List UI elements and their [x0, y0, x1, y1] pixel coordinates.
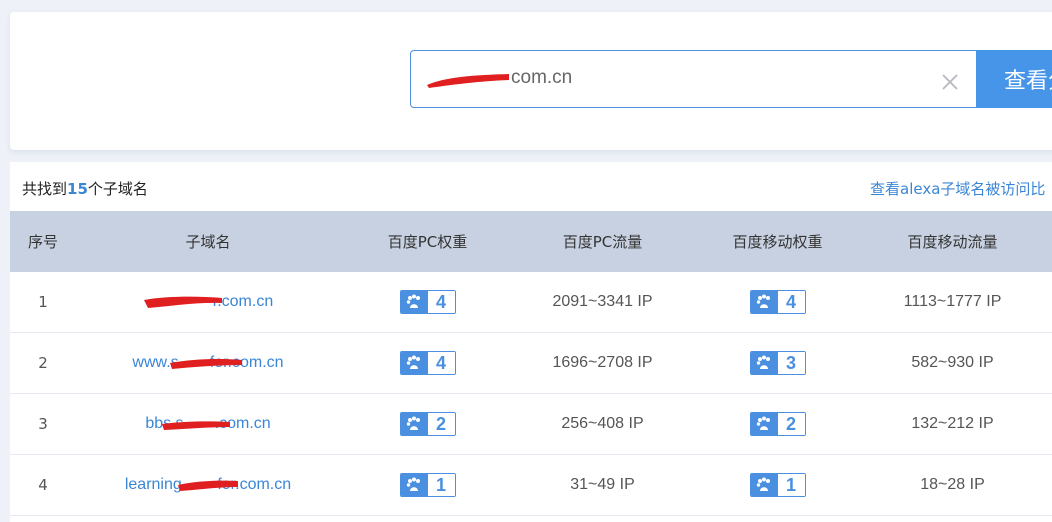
- redaction-mark: [427, 74, 509, 88]
- pc-traffic-cell: 1696~2708 IP: [552, 354, 653, 371]
- result-summary: 共找到15个子域名: [22, 180, 148, 198]
- row-index: 3: [38, 415, 48, 433]
- mobile-traffic-cell: 132~212 IP: [911, 415, 994, 432]
- pc-weight-cell: 1: [340, 455, 515, 515]
- table-row: 3 bbs.s .com.cn 2 256~408 IP 2 132~212 I…: [10, 394, 1052, 455]
- row-index: 1: [38, 293, 48, 311]
- baidu-paw-icon: [400, 413, 428, 435]
- pc-traffic-cell: 31~49 IP: [570, 476, 635, 493]
- redaction-mark: [170, 359, 242, 369]
- baidu-paw-icon: [400, 352, 428, 374]
- table-row: 2 www.s for.com.cn 4 1696~2708 IP 3 582~…: [10, 333, 1052, 394]
- row-index: 2: [38, 354, 48, 372]
- pc-traffic-cell: 2091~3341 IP: [552, 293, 653, 310]
- pc-weight-cell: 4: [340, 272, 515, 332]
- header-index: 序号: [27, 233, 58, 251]
- mobile-weight-cell: 2: [690, 394, 865, 454]
- redaction-mark: [144, 296, 222, 308]
- table-row: 1 r.com.cn 4 2091~3341 IP 4 1113~1777 IP: [10, 272, 1052, 333]
- header-mobile-weight: 百度移动权重: [732, 233, 823, 251]
- mobile-traffic-cell: 582~930 IP: [911, 354, 994, 371]
- mobile-weight-badge: 2: [749, 412, 806, 436]
- table-header: 序号 子域名 百度PC权重 百度PC流量 百度移动权重 百度移动流量: [10, 211, 1052, 272]
- search-input-value: com.cn: [511, 67, 573, 88]
- mobile-weight-badge: 4: [749, 290, 806, 314]
- pc-weight-badge: 2: [399, 412, 456, 436]
- table-row: 4 learning for.com.cn 1 31~49 IP 1 18~28…: [10, 455, 1052, 516]
- pc-weight-cell: 4: [340, 333, 515, 393]
- baidu-paw-icon: [750, 291, 778, 313]
- result-count: 15: [67, 180, 88, 198]
- pc-weight-badge: 4: [399, 290, 456, 314]
- close-icon[interactable]: [939, 71, 961, 93]
- mobile-weight-badge: 3: [749, 351, 806, 375]
- search-panel: com.cn 查看分: [10, 12, 1052, 150]
- pc-traffic-cell: 256~408 IP: [561, 415, 644, 432]
- domain-search-input[interactable]: com.cn: [410, 50, 978, 108]
- alexa-link[interactable]: 查看alexa子域名被访问比: [870, 178, 1045, 199]
- baidu-paw-icon: [750, 474, 778, 496]
- redaction-mark: [162, 421, 230, 430]
- baidu-paw-icon: [400, 291, 428, 313]
- mobile-weight-cell: 1: [690, 455, 865, 515]
- mobile-traffic-cell: 18~28 IP: [920, 476, 985, 493]
- header-pc-traffic: 百度PC流量: [562, 233, 643, 251]
- baidu-paw-icon: [750, 352, 778, 374]
- row-index: 4: [38, 476, 48, 494]
- baidu-paw-icon: [750, 413, 778, 435]
- results-panel: 共找到15个子域名 查看alexa子域名被访问比 序号 子域名 百度PC权重 百…: [10, 162, 1052, 522]
- search-button[interactable]: 查看分: [976, 50, 1052, 108]
- redaction-mark: [178, 480, 238, 491]
- mobile-weight-cell: 4: [690, 272, 865, 332]
- mobile-weight-badge: 1: [749, 473, 806, 497]
- pc-weight-cell: 2: [340, 394, 515, 454]
- header-pc-weight: 百度PC权重: [387, 233, 468, 251]
- pc-weight-badge: 4: [399, 351, 456, 375]
- pc-weight-badge: 1: [399, 473, 456, 497]
- mobile-weight-cell: 3: [690, 333, 865, 393]
- mobile-traffic-cell: 1113~1777 IP: [903, 293, 1002, 310]
- baidu-paw-icon: [400, 474, 428, 496]
- header-subdomain: 子域名: [185, 233, 231, 251]
- header-mobile-traffic: 百度移动流量: [907, 233, 998, 251]
